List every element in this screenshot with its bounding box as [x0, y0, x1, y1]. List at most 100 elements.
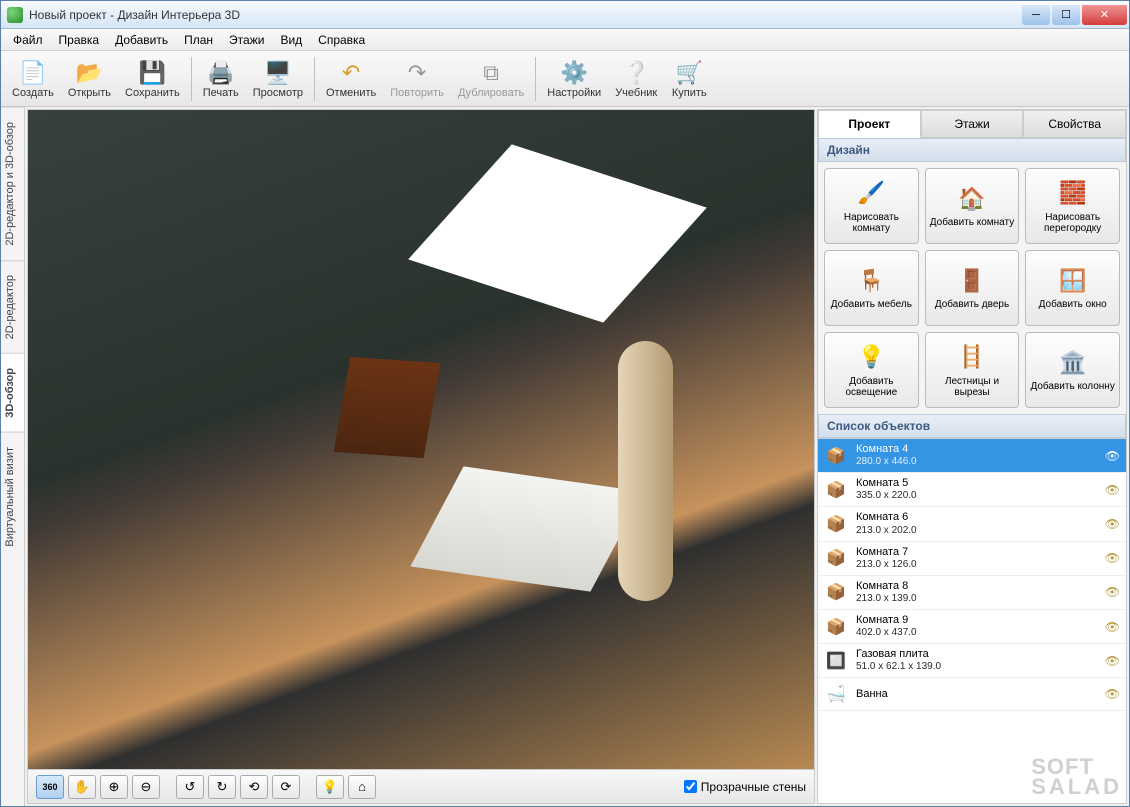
- bulb-icon: 💡: [322, 779, 338, 795]
- transparent-walls-checkbox[interactable]: [684, 780, 697, 793]
- preview-button[interactable]: 🖥️Просмотр: [246, 56, 310, 102]
- add-column-button[interactable]: 🏛️Добавить колонну: [1025, 332, 1120, 408]
- lighting-button[interactable]: 💡: [316, 775, 344, 799]
- visibility-toggle-icon[interactable]: 👁: [1105, 585, 1120, 599]
- undo-button[interactable]: ↶Отменить: [319, 56, 383, 102]
- object-icon: 📦: [824, 512, 848, 536]
- tutorial-button[interactable]: ❔Учебник: [608, 56, 664, 102]
- object-item[interactable]: 📦Комната 8213.0 x 139.0👁: [818, 576, 1126, 610]
- window-title: Новый проект - Дизайн Интерьера 3D: [29, 8, 1020, 22]
- main-area: 2D-редактор и 3D-обзор 2D-редактор 3D-об…: [1, 107, 1129, 806]
- add-furniture-button[interactable]: 🪑Добавить мебель: [824, 250, 919, 326]
- right-panel: Проект Этажи Свойства Дизайн 🖌️Нарисоват…: [817, 109, 1127, 804]
- open-button[interactable]: 📂Открыть: [61, 56, 118, 102]
- duplicate-button[interactable]: ⧉Дублировать: [451, 56, 531, 102]
- menu-edit[interactable]: Правка: [51, 31, 108, 49]
- rotate360-button[interactable]: 360: [36, 775, 64, 799]
- tab-3d-view[interactable]: 3D-обзор: [1, 353, 24, 432]
- object-item[interactable]: 📦Комната 9402.0 x 437.0👁: [818, 610, 1126, 644]
- object-item[interactable]: 🔲Газовая плита51.0 x 62.1 x 139.0👁: [818, 644, 1126, 678]
- object-icon: 📦: [824, 478, 848, 502]
- visibility-toggle-icon[interactable]: 👁: [1105, 620, 1120, 634]
- undo-icon: ↶: [337, 59, 365, 87]
- object-item[interactable]: 📦Комната 4280.0 x 446.0👁: [818, 439, 1126, 473]
- tab-2d-editor[interactable]: 2D-редактор: [1, 260, 24, 353]
- print-button[interactable]: 🖨️Печать: [196, 56, 246, 102]
- tab-virtual-visit[interactable]: Виртуальный визит: [1, 432, 24, 561]
- rotate-left-button[interactable]: ↺: [176, 775, 204, 799]
- settings-button[interactable]: ⚙️Настройки: [540, 56, 608, 102]
- viewport-toolbar: 360 ✋ ⊕ ⊖ ↺ ↻ ⟲ ⟳ 💡 ⌂ Прозрачные стены: [28, 769, 814, 803]
- add-window-button[interactable]: 🪟Добавить окно: [1025, 250, 1120, 326]
- objects-section-header: Список объектов: [818, 414, 1126, 438]
- menu-floors[interactable]: Этажи: [221, 31, 272, 49]
- maximize-button[interactable]: ☐: [1052, 5, 1080, 25]
- add-door-button[interactable]: 🚪Добавить дверь: [925, 250, 1020, 326]
- window-controls: ─ ☐ ✕: [1020, 5, 1127, 25]
- object-icon: 📦: [824, 580, 848, 604]
- zoom-out-icon: ⊖: [141, 779, 152, 795]
- draw-partition-button[interactable]: 🧱Нарисовать перегородку: [1025, 168, 1120, 244]
- visibility-toggle-icon[interactable]: 👁: [1105, 517, 1120, 531]
- save-button[interactable]: 💾Сохранить: [118, 56, 187, 102]
- add-column-icon: 🏛️: [1058, 347, 1088, 377]
- titlebar: Новый проект - Дизайн Интерьера 3D ─ ☐ ✕: [1, 1, 1129, 29]
- add-lighting-icon: 💡: [856, 342, 886, 372]
- 3d-viewport[interactable]: [28, 110, 814, 769]
- zoom-in-button[interactable]: ⊕: [100, 775, 128, 799]
- pan-button[interactable]: ✋: [68, 775, 96, 799]
- menu-file[interactable]: Файл: [5, 31, 51, 49]
- add-door-icon: 🚪: [957, 265, 987, 295]
- menubar: Файл Правка Добавить План Этажи Вид Спра…: [1, 29, 1129, 51]
- create-button[interactable]: 📄Создать: [5, 56, 61, 102]
- redo-button[interactable]: ↷Повторить: [383, 56, 451, 102]
- minimize-button[interactable]: ─: [1022, 5, 1050, 25]
- object-item[interactable]: 📦Комната 7213.0 x 126.0👁: [818, 542, 1126, 576]
- object-item[interactable]: 📦Комната 5335.0 x 220.0👁: [818, 473, 1126, 507]
- menu-view[interactable]: Вид: [272, 31, 310, 49]
- app-icon: [7, 7, 23, 23]
- object-icon: 📦: [824, 615, 848, 639]
- draw-room-button[interactable]: 🖌️Нарисовать комнату: [824, 168, 919, 244]
- add-room-button[interactable]: 🏠Добавить комнату: [925, 168, 1020, 244]
- add-furniture-icon: 🪑: [856, 265, 886, 295]
- tilt-down-button[interactable]: ⟳: [272, 775, 300, 799]
- tab-2d3d-combined[interactable]: 2D-редактор и 3D-обзор: [1, 107, 24, 260]
- visibility-toggle-icon[interactable]: 👁: [1105, 687, 1120, 701]
- object-item[interactable]: 🛁Ванна👁: [818, 678, 1126, 711]
- draw-partition-icon: 🧱: [1058, 178, 1088, 208]
- visibility-toggle-icon[interactable]: 👁: [1105, 551, 1120, 565]
- tab-project[interactable]: Проект: [818, 110, 921, 138]
- stairs-cutouts-icon: 🪜: [957, 342, 987, 372]
- monitor-icon: 🖥️: [264, 59, 292, 87]
- rotate-right-button[interactable]: ↻: [208, 775, 236, 799]
- transparent-walls-toggle[interactable]: Прозрачные стены: [684, 780, 806, 794]
- duplicate-icon: ⧉: [477, 59, 505, 87]
- menu-add[interactable]: Добавить: [107, 31, 176, 49]
- menu-help[interactable]: Справка: [310, 31, 373, 49]
- visibility-toggle-icon[interactable]: 👁: [1105, 483, 1120, 497]
- add-lighting-button[interactable]: 💡Добавить освещение: [824, 332, 919, 408]
- home-button[interactable]: ⌂: [348, 775, 376, 799]
- toolbar: 📄Создать 📂Открыть 💾Сохранить 🖨️Печать 🖥️…: [1, 51, 1129, 107]
- object-list[interactable]: 📦Комната 4280.0 x 446.0👁📦Комната 5335.0 …: [818, 438, 1126, 803]
- object-icon: 🛁: [824, 682, 848, 706]
- help-icon: ❔: [622, 59, 650, 87]
- tab-floors[interactable]: Этажи: [921, 110, 1024, 138]
- app-window: Новый проект - Дизайн Интерьера 3D ─ ☐ ✕…: [0, 0, 1130, 807]
- tab-properties[interactable]: Свойства: [1023, 110, 1126, 138]
- home-icon: ⌂: [358, 779, 366, 794]
- object-icon: 📦: [824, 546, 848, 570]
- visibility-toggle-icon[interactable]: 👁: [1105, 449, 1120, 463]
- buy-button[interactable]: 🛒Купить: [664, 56, 714, 102]
- object-item[interactable]: 📦Комната 6213.0 x 202.0👁: [818, 507, 1126, 541]
- new-file-icon: 📄: [19, 59, 47, 87]
- gear-icon: ⚙️: [560, 59, 588, 87]
- menu-plan[interactable]: План: [176, 31, 221, 49]
- close-button[interactable]: ✕: [1082, 5, 1127, 25]
- visibility-toggle-icon[interactable]: 👁: [1105, 654, 1120, 668]
- stairs-cutouts-button[interactable]: 🪜Лестницы и вырезы: [925, 332, 1020, 408]
- tilt-up-button[interactable]: ⟲: [240, 775, 268, 799]
- zoom-out-button[interactable]: ⊖: [132, 775, 160, 799]
- cart-icon: 🛒: [675, 59, 703, 87]
